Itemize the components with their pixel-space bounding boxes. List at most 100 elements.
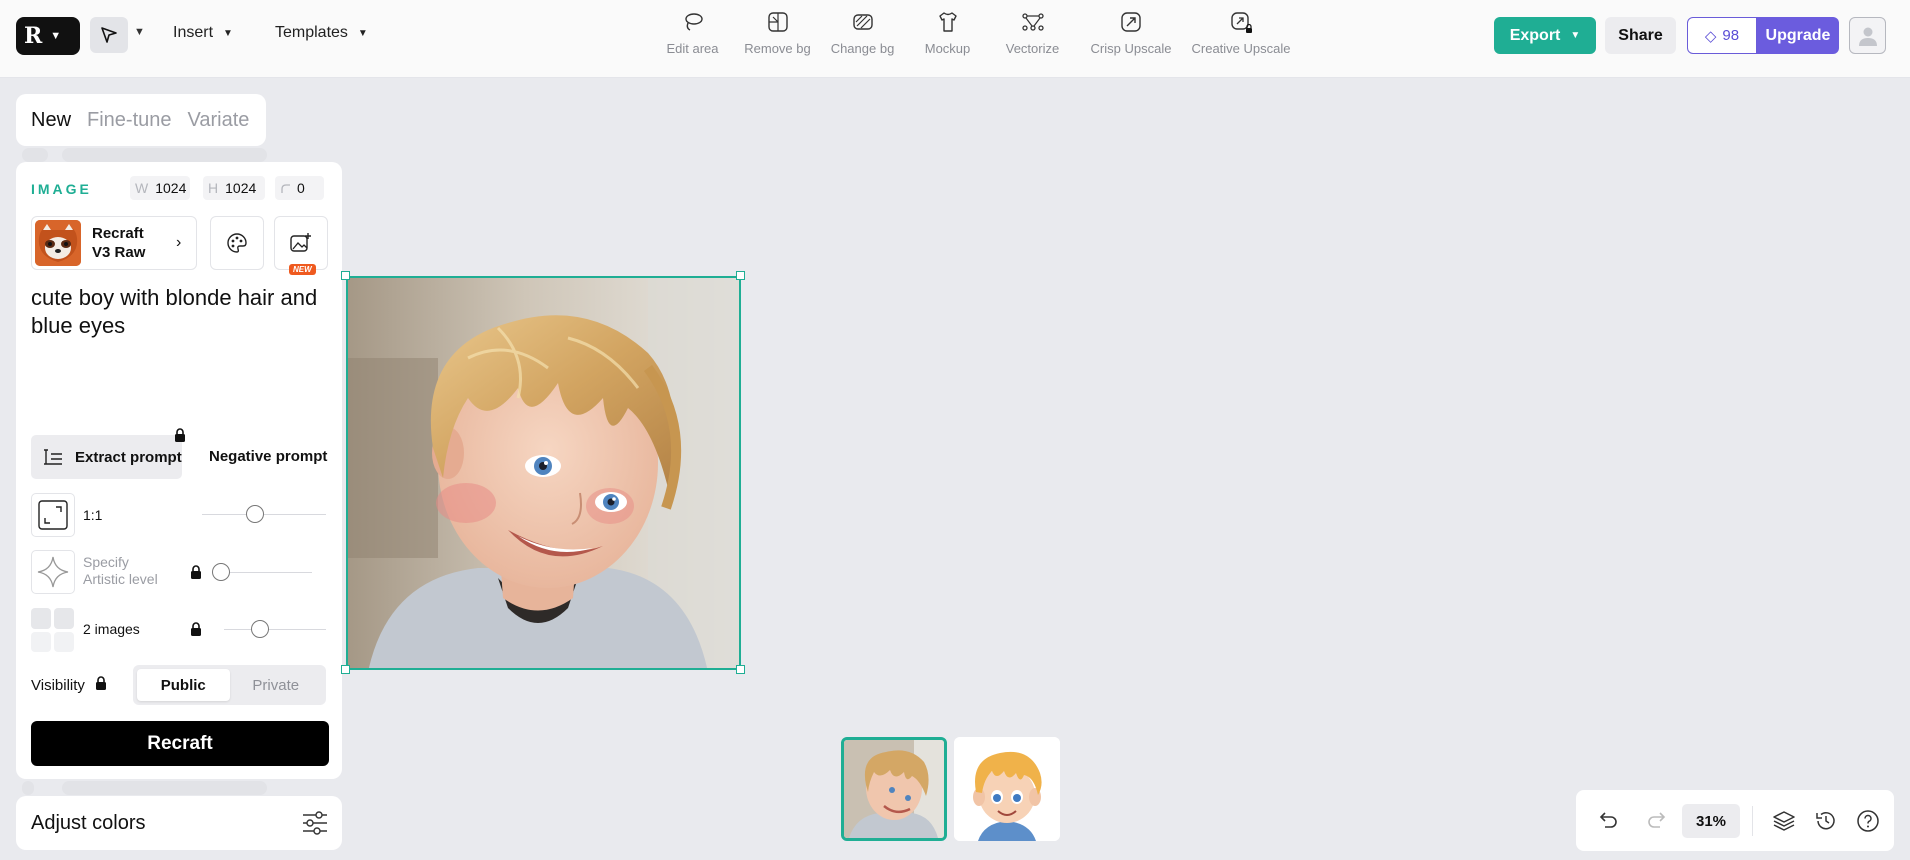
image-count-label: 2 images <box>83 621 140 637</box>
image-count-icon <box>31 608 75 652</box>
resize-handle[interactable] <box>341 665 350 674</box>
panel-connector <box>22 781 34 795</box>
lock-icon <box>190 565 202 584</box>
slider-knob[interactable] <box>246 505 264 523</box>
export-button[interactable]: Export ▼ <box>1494 17 1596 54</box>
diamond-icon: ◇ <box>1704 27 1717 45</box>
resize-handle[interactable] <box>736 665 745 674</box>
adjust-colors-panel[interactable]: Adjust colors <box>16 796 342 850</box>
style-palette-button[interactable] <box>210 216 264 270</box>
red-panda-model-thumbnail <box>35 220 81 266</box>
generate-button[interactable]: Recraft <box>31 721 329 766</box>
select-tool-button[interactable] <box>90 17 128 53</box>
artistic-level-button[interactable] <box>31 550 75 594</box>
upgrade-button[interactable]: Upgrade <box>1757 17 1839 54</box>
aspect-ratio-button[interactable] <box>31 493 75 537</box>
upgrade-label: Upgrade <box>1765 26 1831 44</box>
remove-bg-button[interactable]: Remove bg <box>735 10 820 56</box>
chevron-down-icon: ▼ <box>1570 30 1581 41</box>
chevron-down-icon: ▼ <box>50 30 62 42</box>
user-avatar[interactable] <box>1849 17 1886 54</box>
visibility-public-option[interactable]: Public <box>137 669 230 701</box>
sparkle-icon <box>37 556 69 588</box>
visibility-private-option[interactable]: Private <box>230 669 323 701</box>
resize-handle[interactable] <box>736 271 745 280</box>
tool-label: Vectorize <box>1005 41 1060 56</box>
zoom-level[interactable]: 31% <box>1682 804 1740 838</box>
share-button[interactable]: Share <box>1605 17 1676 54</box>
result-thumbnail-cartoon[interactable] <box>954 737 1060 841</box>
extract-prompt-button[interactable]: Extract prompt <box>31 435 182 479</box>
aspect-ratio-icon <box>38 500 68 530</box>
panel-connector <box>22 148 48 162</box>
insert-label: Insert <box>173 24 214 41</box>
tool-label: Mockup <box>924 41 971 56</box>
top-toolbar: R ▼ ▼ Insert ▼ Templates ▼ Edit area Rem… <box>0 0 1910 78</box>
vector-nodes-icon <box>1021 13 1044 31</box>
tool-label: Remove bg <box>744 41 811 56</box>
lasso-icon <box>684 13 703 31</box>
width-field[interactable]: W 1024 <box>130 176 190 200</box>
model-selector[interactable]: Recraft V3 Raw › <box>31 216 197 270</box>
insert-menu[interactable]: Insert ▼ <box>173 24 233 42</box>
result-thumbnail-photo[interactable] <box>841 737 947 841</box>
tool-label: Edit area <box>666 41 719 56</box>
slider-knob[interactable] <box>212 563 230 581</box>
corner-radius-field[interactable]: 0 <box>275 176 324 200</box>
image-tools: Edit area Remove bg Change bg Mockup Vec… <box>650 10 1295 56</box>
app-logo-menu[interactable]: R ▼ <box>16 17 80 55</box>
tool-label: Creative Upscale <box>1191 41 1291 56</box>
visibility-row: Visibility <box>31 676 107 694</box>
image-count-slider[interactable] <box>224 620 326 638</box>
resize-handle[interactable] <box>341 271 350 280</box>
visibility-label: Visibility <box>31 676 85 694</box>
palette-icon <box>227 233 247 253</box>
generation-panel: IMAGE W 1024 H 1024 0 Recraft V3 Raw › N… <box>16 162 342 779</box>
height-field[interactable]: H 1024 <box>203 176 265 200</box>
chevron-down-icon[interactable]: ▼ <box>134 26 145 38</box>
aspect-ratio-label: 1:1 <box>83 507 103 523</box>
layers-icon[interactable] <box>1772 809 1796 838</box>
tool-label: Change bg <box>830 41 895 56</box>
canvas-controls: 31% <box>1576 790 1894 851</box>
height-value: 1024 <box>225 180 257 196</box>
templates-label: Templates <box>275 24 348 41</box>
generated-image-boy-photo[interactable] <box>346 276 741 670</box>
change-bg-icon <box>852 14 873 30</box>
chevron-down-icon: ▼ <box>357 27 368 39</box>
tab-variate[interactable]: Variate <box>188 109 250 132</box>
history-icon[interactable] <box>1814 809 1838 838</box>
adjust-colors-label: Adjust colors <box>31 811 146 834</box>
vectorize-button[interactable]: Vectorize <box>990 10 1075 56</box>
creative-upscale-button[interactable]: Creative Upscale <box>1187 10 1295 56</box>
help-icon[interactable] <box>1856 809 1880 838</box>
change-bg-button[interactable]: Change bg <box>820 10 905 56</box>
credits-value: 98 <box>1722 27 1740 44</box>
chevron-down-icon: ▼ <box>223 27 233 39</box>
share-label: Share <box>1618 26 1663 44</box>
negative-prompt-button[interactable]: Negative prompt <box>209 448 327 465</box>
aspect-ratio-slider[interactable] <box>202 505 326 523</box>
corner-radius-icon <box>281 184 290 193</box>
visibility-toggle: Public Private <box>133 665 326 705</box>
edit-area-button[interactable]: Edit area <box>650 10 735 56</box>
undo-icon[interactable] <box>1597 809 1619 836</box>
sliders-icon[interactable] <box>302 811 328 841</box>
export-label: Export <box>1509 26 1561 44</box>
lock-icon <box>174 428 186 447</box>
slider-knob[interactable] <box>251 620 269 638</box>
width-value: 1024 <box>155 180 187 196</box>
mockup-button[interactable]: Mockup <box>905 10 990 56</box>
tab-fine-tune[interactable]: Fine-tune <box>87 109 172 132</box>
add-image-icon <box>290 233 311 252</box>
artistic-level-slider[interactable] <box>212 563 312 581</box>
crisp-upscale-button[interactable]: Crisp Upscale <box>1075 10 1187 56</box>
image-reference-button[interactable]: NEW <box>274 216 328 275</box>
model-name: Recraft V3 Raw <box>92 225 146 261</box>
recraft-logo-icon: R <box>24 23 43 49</box>
credits-counter[interactable]: ◇ 98 <box>1687 17 1757 54</box>
redo-icon[interactable] <box>1646 809 1668 836</box>
prompt-input[interactable]: cute boy with blonde hair and blue eyes <box>31 284 331 340</box>
tab-new[interactable]: New <box>31 109 71 132</box>
templates-menu[interactable]: Templates ▼ <box>275 24 368 42</box>
